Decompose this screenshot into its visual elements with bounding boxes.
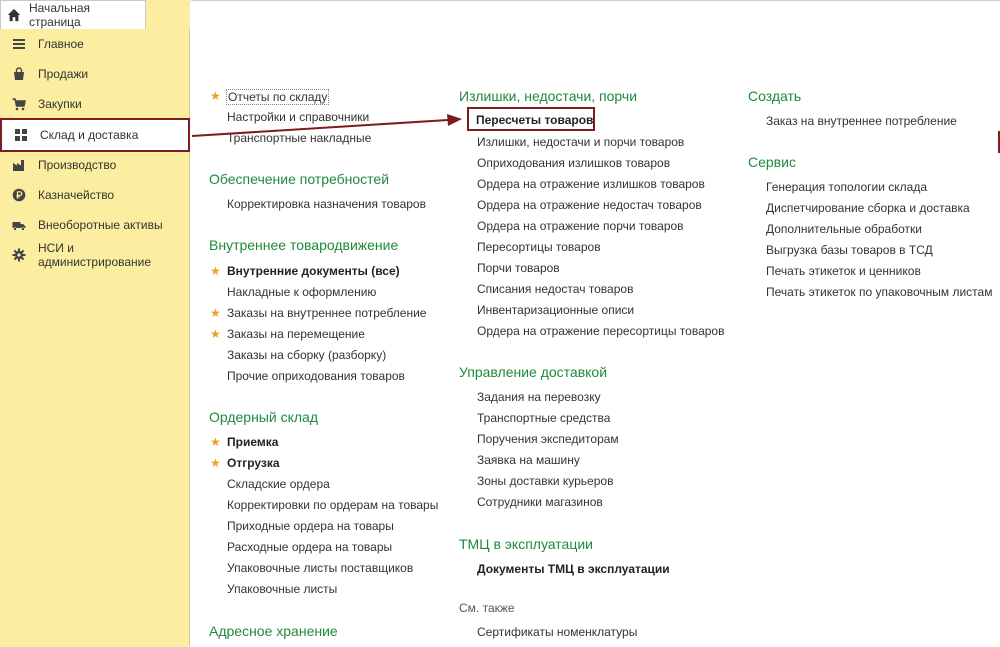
link-order-corrections[interactable]: Корректировки по ордерам на товары: [227, 498, 438, 512]
favorite-star-icon[interactable]: ★: [210, 456, 221, 470]
sidebar-item-fixed-assets[interactable]: Внеоборотные активы: [0, 210, 190, 240]
link-additional-processing[interactable]: Дополнительные обработки: [766, 222, 922, 236]
main-panel: ★ Отчеты по складу Настройки и справочни…: [191, 0, 1000, 647]
sidebar-item-label: Продажи: [38, 67, 89, 81]
top-tab-bar: Начальная страница: [0, 0, 190, 30]
link-settings[interactable]: Настройки и справочники: [227, 110, 369, 124]
section-title-surplus: Излишки, недостачи, порчи: [459, 88, 638, 104]
link-courier-zones[interactable]: Зоны доставки курьеров: [477, 474, 613, 488]
favorite-star-icon[interactable]: ★: [210, 327, 221, 341]
sidebar-item-main[interactable]: Главное: [0, 29, 190, 59]
favorite-star-icon[interactable]: ★: [210, 306, 221, 320]
section-title-address-storage: Адресное хранение: [209, 623, 338, 639]
section-title-tmc: ТМЦ в эксплуатации: [459, 536, 593, 552]
link-other-receipts[interactable]: Прочие оприходования товаров: [227, 369, 405, 383]
link-waybills-to-issue[interactable]: Накладные к оформлению: [227, 285, 376, 299]
sidebar-item-sales[interactable]: Продажи: [0, 59, 190, 89]
sidebar-item-label: Склад и доставка: [40, 128, 139, 142]
link-transfer-orders[interactable]: Заказы на перемещение: [227, 327, 365, 341]
link-inventory-lists[interactable]: Инвентаризационные описи: [477, 303, 634, 317]
link-shortage-writeoffs[interactable]: Списания недостач товаров: [477, 282, 633, 296]
sidebar-item-label: Внеоборотные активы: [38, 218, 163, 232]
link-damage-orders[interactable]: Ордера на отражение порчи товаров: [477, 219, 684, 233]
link-regrading[interactable]: Пересортицы товаров: [477, 240, 601, 254]
link-surplus-shortage[interactable]: Излишки, недостачи и порчи товаров: [477, 135, 684, 149]
link-dispatching[interactable]: Диспетчирование сборка и доставка: [766, 201, 970, 215]
link-topology-generation[interactable]: Генерация топологии склада: [766, 180, 927, 194]
sidebar-item-label: Производство: [38, 158, 117, 172]
sidebar-item-purchases[interactable]: Закупки: [0, 89, 190, 119]
gear-icon: [11, 247, 27, 263]
factory-icon: [11, 157, 27, 173]
sidebar-item-treasury[interactable]: Казначейство: [0, 180, 190, 210]
warehouse-grid-icon: [13, 127, 29, 143]
home-tab[interactable]: Начальная страница: [0, 0, 146, 29]
link-assembly-orders[interactable]: Заказы на сборку (разборку): [227, 348, 386, 362]
sidebar: Главное Продажи Закупки Склад и доставка…: [0, 29, 190, 647]
sidebar-item-admin[interactable]: НСИ и администрирование: [0, 240, 190, 270]
menu-lines-icon: [11, 36, 27, 52]
link-recounts[interactable]: Пересчеты товаров: [476, 113, 593, 127]
link-store-staff[interactable]: Сотрудники магазинов: [477, 495, 603, 509]
section-title-service: Сервис: [748, 154, 796, 170]
link-transport-tasks[interactable]: Задания на перевозку: [477, 390, 601, 404]
link-transport-waybills[interactable]: Транспортные накладные: [227, 131, 371, 145]
link-internal-docs[interactable]: Внутренние документы (все): [227, 264, 400, 278]
favorite-star-icon[interactable]: ★: [210, 435, 221, 449]
link-tmc-docs[interactable]: Документы ТМЦ в эксплуатации: [477, 562, 670, 576]
sidebar-item-label: Закупки: [38, 97, 82, 111]
cart-icon: [11, 96, 27, 112]
link-damages[interactable]: Порчи товаров: [477, 261, 560, 275]
link-create-internal-consumption[interactable]: Заказ на внутреннее потребление: [766, 114, 957, 128]
link-internal-consumption-orders[interactable]: Заказы на внутреннее потребление: [227, 306, 426, 320]
link-acceptance[interactable]: Приемка: [227, 435, 278, 449]
section-title-create: Создать: [748, 88, 802, 104]
sidebar-item-production[interactable]: Производство: [0, 150, 190, 180]
link-expense-orders[interactable]: Расходные ордера на товары: [227, 540, 392, 554]
link-certificates[interactable]: Сертификаты номенклатуры: [477, 625, 637, 639]
link-vehicle-request[interactable]: Заявка на машину: [477, 453, 580, 467]
link-forwarder-assignments[interactable]: Поручения экспедиторам: [477, 432, 619, 446]
link-surplus-receipts[interactable]: Оприходования излишков товаров: [477, 156, 670, 170]
section-title-internal: Внутреннее товародвижение: [209, 237, 399, 253]
favorite-star-icon[interactable]: ★: [210, 89, 221, 103]
link-shipment[interactable]: Отгрузка: [227, 456, 280, 470]
link-supplier-packing-lists[interactable]: Упаковочные листы поставщиков: [227, 561, 413, 575]
home-tab-label: Начальная страница: [28, 1, 91, 29]
see-also-label: См. также: [459, 601, 515, 615]
link-shortage-orders[interactable]: Ордера на отражение недостач товаров: [477, 198, 702, 212]
link-correction[interactable]: Корректировка назначения товаров: [227, 197, 426, 211]
sidebar-item-warehouse[interactable]: Склад и доставка: [0, 118, 190, 152]
link-tsd-export[interactable]: Выгрузка базы товаров в ТСД: [766, 243, 933, 257]
favorite-star-icon[interactable]: ★: [210, 264, 221, 278]
sidebar-item-label: Главное: [38, 37, 84, 51]
link-print-packing-labels[interactable]: Печать этикеток по упаковочным листам: [766, 285, 992, 299]
link-vehicles[interactable]: Транспортные средства: [477, 411, 610, 425]
link-packing-lists[interactable]: Упаковочные листы: [227, 582, 337, 596]
link-regrading-orders[interactable]: Ордера на отражение пересортицы товаров: [477, 324, 724, 338]
link-warehouse-orders[interactable]: Складские ордера: [227, 477, 330, 491]
sidebar-item-label: Казначейство: [38, 188, 115, 202]
section-title-delivery: Управление доставкой: [459, 364, 608, 380]
link-warehouse-reports[interactable]: Отчеты по складу: [226, 89, 330, 105]
truck-icon: [11, 217, 27, 233]
link-receipt-orders[interactable]: Приходные ордера на товары: [227, 519, 394, 533]
link-surplus-orders[interactable]: Ордера на отражение излишков товаров: [477, 177, 705, 191]
section-title-needs: Обеспечение потребностей: [209, 171, 390, 187]
link-print-labels[interactable]: Печать этикеток и ценников: [766, 264, 921, 278]
section-title-order-warehouse: Ордерный склад: [209, 409, 319, 425]
ruble-coin-icon: [11, 187, 27, 203]
home-icon: [7, 8, 21, 22]
shopping-bag-icon: [11, 66, 27, 82]
sidebar-item-label: НСИ и администрирование: [37, 241, 152, 269]
